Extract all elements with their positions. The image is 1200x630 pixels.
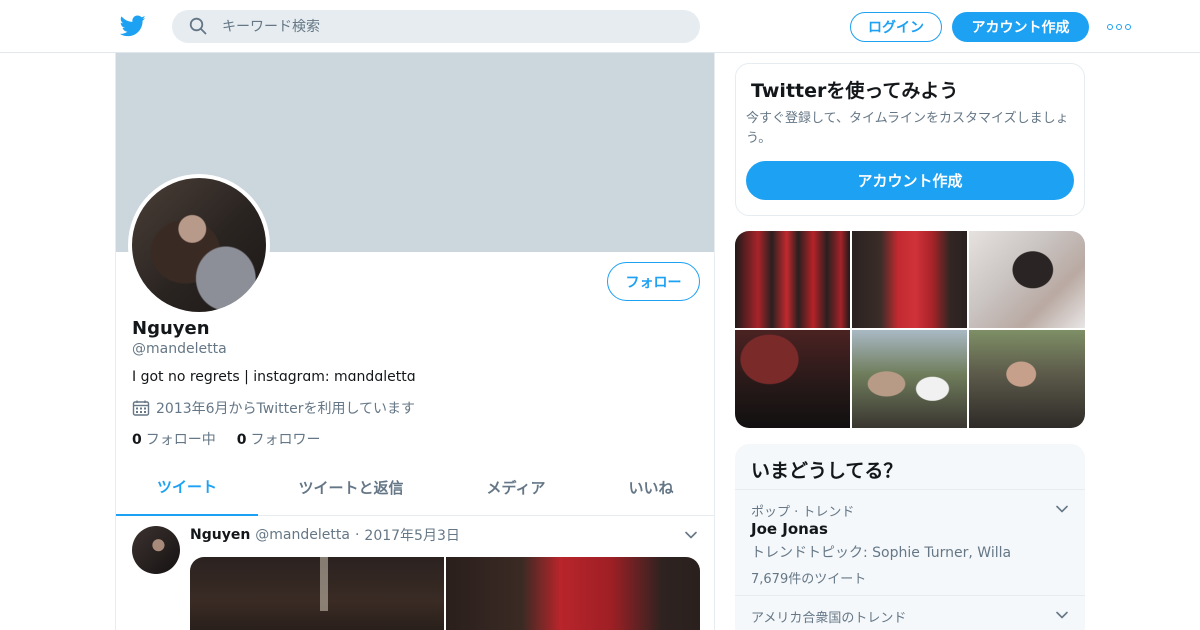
followers-stat[interactable]: 0 フォロワー [237,429,321,449]
signup-button[interactable]: アカウント作成 [952,12,1089,42]
search-input[interactable] [222,10,682,43]
followers-count: 0 [236,432,247,448]
media-thumbnail[interactable] [969,231,1085,328]
search-bar[interactable] [172,10,700,43]
trend-subtitle: トレンドトピック: Sophie Turner, Willa [751,545,1012,561]
join-date-text: 2013年6月からTwitterを利用しています [156,401,416,417]
profile-stats: 0 フォロー中 0 フォロワー [132,429,342,449]
tweet-author-handle[interactable]: @mandeletta [255,527,350,543]
profile-avatar[interactable] [128,174,270,316]
following-label: フォロー中 [145,432,216,448]
calendar-icon [132,400,150,416]
signup-promo-card: Twitterを使ってみよう 今すぐ登録して、タイムラインをカスタマイズしましょ… [735,63,1085,216]
followers-label: フォロワー [250,432,321,448]
trend-item[interactable]: アメリカ合衆国のトレンド [735,596,1085,630]
tab-media[interactable]: メディア [456,458,576,516]
tweet-photo-1[interactable] [190,557,444,630]
tweet-separator: · [354,527,360,543]
more-options-icon[interactable] [1107,18,1131,36]
profile-name: Nguyen [132,318,210,339]
media-thumbnail[interactable] [735,330,850,428]
login-button[interactable]: ログイン [850,12,942,42]
trend-tweet-count: 7,679件のツイート [751,572,867,587]
chevron-down-icon[interactable] [1055,504,1069,514]
trend-context: アメリカ合衆国のトレンド [751,611,907,626]
chevron-down-icon[interactable] [684,530,698,540]
tweet-item[interactable]: Nguyen @mandeletta · 2017年5月3日 [116,516,714,630]
following-count: 0 [132,432,142,448]
profile-column: フォロー Nguyen @mandeletta I got no regrets… [115,53,715,630]
trends-panel: いまどうしてる？ ポップ · トレンド Joe Jonas トレンドトピック: … [735,444,1085,630]
signup-card-description: 今すぐ登録して、タイムラインをカスタマイズしましょう。 [746,111,1069,146]
avatar-photo [132,178,266,312]
tab-tweets[interactable]: ツイート [116,458,258,516]
following-stat[interactable]: 0 フォロー中 [132,429,216,449]
media-thumbnail[interactable] [969,330,1085,428]
signup-card-button[interactable]: アカウント作成 [746,161,1074,200]
tab-tweets-and-replies[interactable]: ツイートと返信 [276,458,426,516]
search-icon [189,17,207,35]
tweet-photo-2[interactable] [446,557,700,630]
tweet-date[interactable]: 2017年5月3日 [364,525,459,545]
trend-name: Joe Jonas [751,520,828,538]
profile-join-date: 2013年6月からTwitterを利用しています [132,398,415,418]
tweet-author-name[interactable]: Nguyen [190,527,250,543]
profile-bio: I got no regrets | instɑgrɑm: mɑndɑlettɑ [132,369,416,385]
top-navigation-bar: ログイン アカウント作成 [0,0,1200,53]
profile-tabs: ツイート ツイートと返信 メディア いいね [116,458,714,516]
trends-title: いまどうしてる？ [751,460,903,482]
tab-likes[interactable]: いいね [606,458,696,516]
chevron-down-icon[interactable] [1055,610,1069,620]
photo-grid [735,231,1085,428]
media-thumbnail[interactable] [852,330,967,428]
media-thumbnail[interactable] [852,231,967,328]
follow-button[interactable]: フォロー [607,262,700,301]
signup-card-title: Twitterを使ってみよう [751,80,959,102]
tweet-header: Nguyen @mandeletta · 2017年5月3日 [190,525,460,545]
tweet-avatar[interactable] [132,526,180,574]
profile-handle[interactable]: @mandeletta [132,341,227,357]
media-thumbnail[interactable] [735,231,850,328]
twitter-bird-icon[interactable] [120,13,146,39]
tweet-media[interactable] [190,557,700,630]
trend-item[interactable]: ポップ · トレンド Joe Jonas トレンドトピック: Sophie Tu… [735,490,1085,595]
trend-context: ポップ · トレンド [751,505,855,520]
